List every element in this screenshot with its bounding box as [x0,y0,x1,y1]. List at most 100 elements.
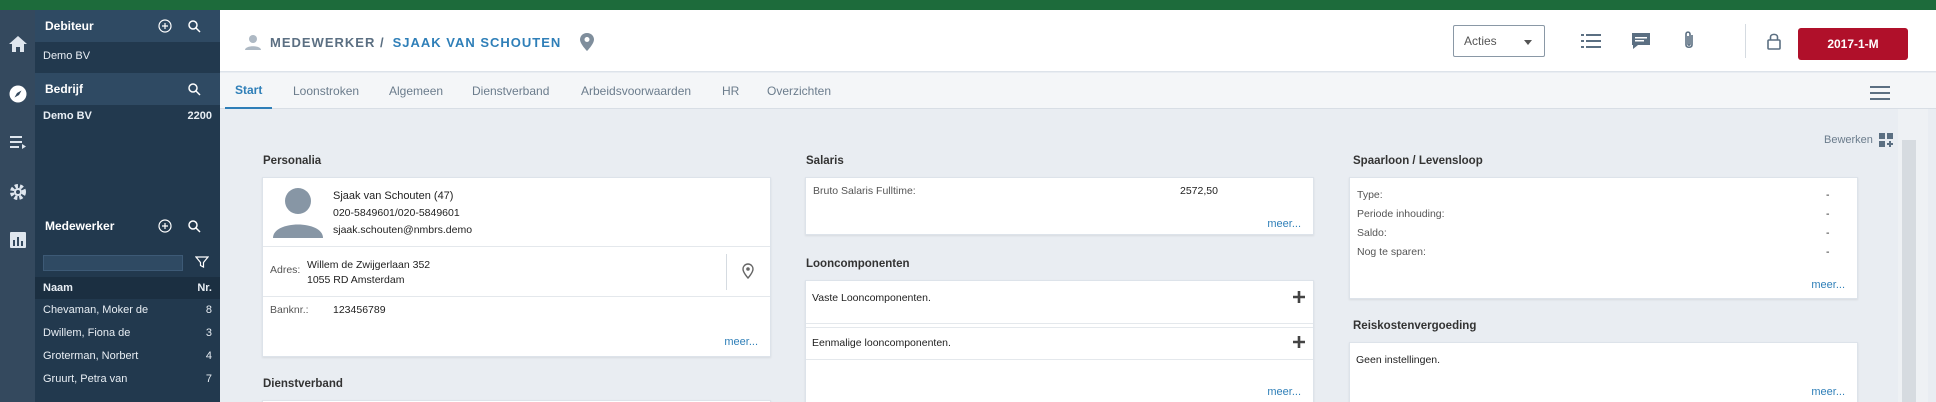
bewerken-button[interactable]: Bewerken [1824,133,1893,147]
attachment-icon[interactable] [1678,30,1700,52]
employee-name: Sjaak van Schouten (47) [333,190,454,202]
gear-icon[interactable] [0,168,35,216]
add-debiteur-icon[interactable] [158,19,172,33]
adres-line1: Willem de Zwijgerlaan 352 [307,259,431,271]
medewerker-nr: 8 [205,304,212,316]
spaarloon-periode-value: - [1826,208,1830,220]
scrollbar[interactable] [1902,140,1916,402]
reiskosten-text: Geen instellingen. [1356,354,1441,366]
spaarloon-saldo-label: Saldo: [1357,227,1387,239]
medewerker-header: Medewerker [35,210,220,242]
eenmalige-looncomponenten: Eenmalige looncomponenten. [812,337,951,349]
spaarloon-type-value: - [1826,189,1830,201]
top-brand-bar [0,0,1936,10]
bewerken-label: Bewerken [1824,134,1873,146]
divider [806,359,1313,360]
looncomponenten-meer-link[interactable]: meer... [1267,386,1301,398]
lock-icon[interactable] [1765,31,1783,51]
list-item[interactable]: Gruurt, Petra van 7 [35,368,220,390]
add-medewerker-icon[interactable] [158,219,172,233]
salaris-meer-link[interactable]: meer... [1267,218,1301,230]
medewerker-name: Dwillem, Fiona de [43,327,131,339]
salaris-title: Salaris [806,155,844,167]
medewerker-nr: 4 [205,350,212,362]
tab-loonstroken[interactable]: Loonstroken [293,73,359,109]
bedrijf-name: Demo BV [43,110,92,122]
tab-start[interactable]: Start [225,73,273,109]
list-item[interactable]: Chevaman, Moker de 8 [35,299,220,321]
medewerker-nr: 7 [205,373,212,385]
list-item[interactable]: Groterman, Norbert 4 [35,345,220,367]
chevron-down-icon [1524,40,1532,45]
spaarloon-meer-link[interactable]: meer... [1811,279,1845,291]
employee-phone: 020-5849601/020-5849601 [333,207,460,219]
reiskosten-meer-link[interactable]: meer... [1811,386,1845,398]
medewerker-name: Gruurt, Petra van [43,373,128,385]
dashboard-grid-icon [1878,133,1893,147]
list-icon[interactable] [0,118,35,166]
tab-algemeen[interactable]: Algemeen [389,73,443,109]
menu-icon[interactable] [1870,86,1890,100]
spaarloon-card: Type: - Periode inhouding: - Saldo: - No… [1349,177,1858,299]
debiteur-header: Debiteur [35,10,220,42]
bank-value: 123456789 [333,304,386,316]
spaarloon-periode-label: Periode inhouding: [1357,208,1445,220]
tab-dienstverband[interactable]: Dienstverband [472,73,549,109]
breadcrumb: MEDEWERKER / SJAAK VAN SCHOUTEN [244,32,595,52]
debiteur-value[interactable]: Demo BV [35,45,220,67]
medewerker-name: Chevaman, Moker de [43,304,149,316]
tab-overzichten[interactable]: Overzichten [767,73,831,109]
chart-icon[interactable] [0,216,35,264]
vaste-looncomponenten: Vaste Looncomponenten. [812,292,931,304]
col-naam: Naam [43,282,73,294]
divider [726,254,727,290]
bruto-salaris-value: 2572,50 [1180,185,1218,197]
acties-dropdown[interactable]: Acties [1453,25,1545,57]
bedrijf-number: 2200 [187,110,212,122]
add-vaste-icon[interactable] [1293,291,1305,303]
home-icon[interactable] [0,20,35,68]
list-view-icon[interactable] [1580,30,1602,52]
tab-arbeidsvoorwaarden[interactable]: Arbeidsvoorwaarden [581,73,691,109]
spaarloon-nog-value: - [1826,246,1830,258]
tab-hr[interactable]: HR [722,73,739,109]
period-button[interactable]: 2017-1-M [1798,28,1908,60]
avatar [273,188,323,238]
bedrijf-row[interactable]: Demo BV 2200 [35,105,220,127]
list-item[interactable]: Dwillem, Fiona de 3 [35,322,220,344]
compass-icon[interactable] [0,70,35,118]
personalia-meer-link[interactable]: meer... [724,336,758,348]
divider [806,327,1313,328]
spaarloon-title: Spaarloon / Levensloop [1353,155,1483,167]
personalia-card: Sjaak van Schouten (47) 020-5849601/020-… [262,177,771,357]
bruto-salaris-label: Bruto Salaris Fulltime: [813,185,916,197]
search-debiteur-icon[interactable] [187,19,201,33]
acties-label: Acties [1464,34,1497,48]
icon-rail [0,10,35,402]
divider [263,296,770,297]
spaarloon-saldo-value: - [1826,227,1830,239]
medewerker-filter-input[interactable] [43,255,183,271]
debiteur-title: Debiteur [45,19,94,33]
search-medewerker-icon[interactable] [187,219,201,233]
add-eenmalige-icon[interactable] [1293,336,1305,348]
filter-icon[interactable] [195,255,209,269]
col-nr: Nr. [197,282,212,294]
adres-label: Adres: [270,264,301,276]
medewerker-nr: 3 [205,327,212,339]
bedrijf-title: Bedrijf [45,82,84,96]
location-pin-icon[interactable] [742,263,754,279]
page-header: MEDEWERKER / SJAAK VAN SCHOUTEN Acties 2… [220,10,1936,72]
location-pin-icon[interactable] [579,32,595,52]
spaarloon-nog-label: Nog te sparen: [1357,246,1426,258]
employee-email[interactable]: sjaak.schouten@nmbrs.demo [333,224,472,236]
comment-icon[interactable] [1630,30,1652,52]
search-bedrijf-icon[interactable] [187,82,201,96]
bank-label: Banknr.: [270,304,309,316]
sidebar: Debiteur Demo BV Bedrijf Demo BV 2200 Me… [35,10,220,402]
breadcrumb-employee-name[interactable]: SJAAK VAN SCHOUTEN [393,35,562,50]
medewerker-column-header: Naam Nr. [35,277,220,299]
bedrijf-header: Bedrijf [35,73,220,105]
dienstverband-title: Dienstverband [263,378,343,390]
personalia-title: Personalia [263,155,322,167]
